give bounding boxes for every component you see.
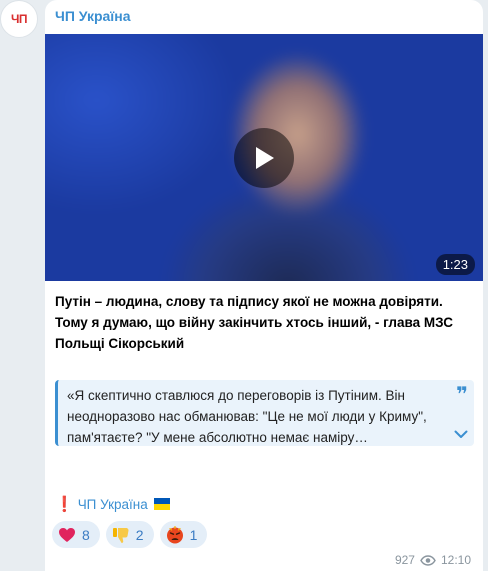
video-preview[interactable]: 1:23 <box>45 34 483 281</box>
reaction-count: 8 <box>82 526 90 543</box>
reaction-angry[interactable]: 1 <box>159 521 208 548</box>
signature-link[interactable]: ЧП Україна <box>78 497 148 512</box>
post-headline: Путін – людина, слову та підпису якої не… <box>55 294 453 351</box>
angry-face-icon <box>166 525 184 544</box>
quote-text: «Я скептично ставлюся до переговорів із … <box>67 388 427 445</box>
blockquote[interactable]: «Я скептично ставлюся до переговорів із … <box>55 380 474 446</box>
channel-name[interactable]: ЧП Україна <box>55 8 131 24</box>
channel-avatar[interactable]: ЧП <box>0 0 38 38</box>
exclamation-icon: ❗ <box>55 496 74 513</box>
heart-icon <box>58 526 76 544</box>
reaction-thumbs-down[interactable]: 2 <box>105 521 154 548</box>
reaction-heart[interactable]: 8 <box>52 521 100 548</box>
message-bubble: ЧП Україна 1:23 Путін – людина, слову та… <box>45 0 483 571</box>
reaction-count: 1 <box>189 526 198 543</box>
thumbs-down-icon <box>112 526 130 544</box>
view-count: 927 <box>394 553 415 567</box>
message-meta: 927 12:10 <box>395 553 471 567</box>
chevron-down-icon <box>454 430 468 438</box>
ukraine-flag-icon <box>153 498 170 510</box>
avatar-text: ЧП <box>10 12 28 26</box>
reactions-bar: 8 2 1 <box>52 521 208 548</box>
quote-mark-icon: ❞ <box>456 384 468 406</box>
eye-icon <box>420 554 436 566</box>
post-signature: ❗ ЧП Україна <box>55 495 170 513</box>
video-duration: 1:23 <box>435 254 475 275</box>
play-button[interactable] <box>234 128 294 188</box>
message-time: 12:10 <box>440 553 471 567</box>
reaction-count: 2 <box>135 526 144 543</box>
expand-quote-button[interactable] <box>453 426 469 442</box>
play-icon <box>256 147 274 169</box>
